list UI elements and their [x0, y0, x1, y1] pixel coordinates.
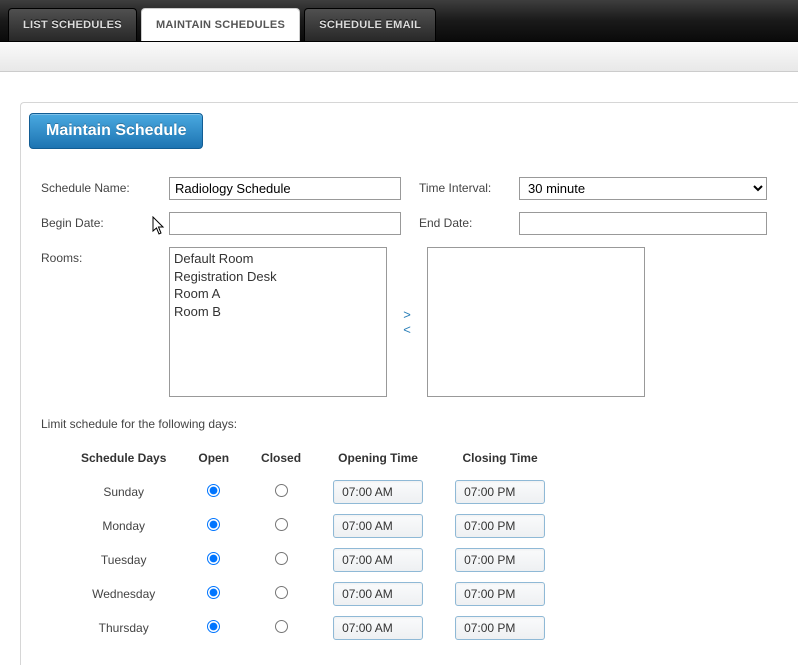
label-schedule-name: Schedule Name:: [41, 177, 169, 195]
list-item[interactable]: Room B: [174, 303, 382, 321]
tab-maintain-schedules[interactable]: MAINTAIN SCHEDULES: [141, 8, 300, 41]
schedule-name-input[interactable]: [169, 177, 401, 200]
open-radio[interactable]: [207, 552, 220, 565]
list-item[interactable]: Registration Desk: [174, 268, 382, 286]
closed-radio[interactable]: [275, 552, 288, 565]
tab-bar: LIST SCHEDULES MAINTAIN SCHEDULES SCHEDU…: [0, 0, 798, 42]
day-name: Wednesday: [65, 577, 182, 611]
list-item[interactable]: Default Room: [174, 250, 382, 268]
limit-schedule-text: Limit schedule for the following days:: [41, 417, 778, 431]
col-schedule-days: Schedule Days: [65, 445, 182, 475]
list-item[interactable]: Room A: [174, 285, 382, 303]
time-interval-select[interactable]: 30 minute: [519, 177, 767, 200]
opening-time-input[interactable]: [333, 480, 423, 504]
sub-bar: [0, 42, 798, 72]
open-radio[interactable]: [207, 586, 220, 599]
label-end-date: End Date:: [401, 212, 519, 230]
table-row: Sunday: [65, 475, 561, 509]
closed-radio[interactable]: [275, 620, 288, 633]
closing-time-input[interactable]: [455, 582, 545, 606]
table-row: Monday: [65, 509, 561, 543]
open-radio[interactable]: [207, 484, 220, 497]
end-date-input[interactable]: [519, 212, 767, 235]
day-name: Tuesday: [65, 543, 182, 577]
closing-time-input[interactable]: [455, 480, 545, 504]
opening-time-input[interactable]: [333, 514, 423, 538]
begin-date-input[interactable]: [169, 212, 401, 235]
open-radio[interactable]: [207, 518, 220, 531]
label-begin-date: Begin Date:: [41, 212, 169, 230]
panel-title: Maintain Schedule: [29, 113, 203, 149]
col-closed: Closed: [245, 445, 317, 475]
col-closing-time: Closing Time: [439, 445, 561, 475]
day-name: Sunday: [65, 475, 182, 509]
opening-time-input[interactable]: [333, 616, 423, 640]
col-opening-time: Opening Time: [317, 445, 439, 475]
maintain-schedule-panel: Maintain Schedule Schedule Name: Time In…: [20, 102, 798, 665]
closing-time-input[interactable]: [455, 514, 545, 538]
label-rooms: Rooms:: [41, 247, 169, 265]
label-time-interval: Time Interval:: [401, 177, 519, 195]
rooms-selected-listbox[interactable]: [427, 247, 645, 397]
closing-time-input[interactable]: [455, 616, 545, 640]
day-name: Thursday: [65, 611, 182, 645]
rooms-available-listbox[interactable]: Default RoomRegistration DeskRoom ARoom …: [169, 247, 387, 397]
closing-time-input[interactable]: [455, 548, 545, 572]
table-row: Wednesday: [65, 577, 561, 611]
opening-time-input[interactable]: [333, 548, 423, 572]
move-left-button[interactable]: <: [399, 322, 415, 337]
closed-radio[interactable]: [275, 484, 288, 497]
table-row: Thursday: [65, 611, 561, 645]
table-row: Tuesday: [65, 543, 561, 577]
open-radio[interactable]: [207, 620, 220, 633]
opening-time-input[interactable]: [333, 582, 423, 606]
tab-list-schedules[interactable]: LIST SCHEDULES: [8, 8, 137, 41]
closed-radio[interactable]: [275, 518, 288, 531]
col-open: Open: [182, 445, 245, 475]
closed-radio[interactable]: [275, 586, 288, 599]
move-right-button[interactable]: >: [399, 307, 415, 322]
schedule-days-table: Schedule Days Open Closed Opening Time C…: [65, 445, 561, 645]
day-name: Monday: [65, 509, 182, 543]
tab-schedule-email[interactable]: SCHEDULE EMAIL: [304, 8, 436, 41]
